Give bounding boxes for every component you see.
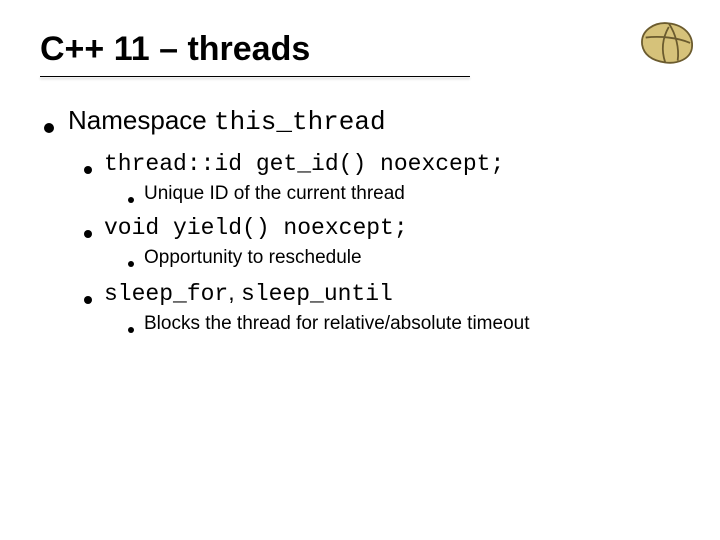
- bullet-lvl2: thread::id get_id() noexcept;: [84, 151, 680, 177]
- lvl3-text: Unique ID of the current thread: [144, 183, 405, 205]
- sep: ,: [228, 279, 241, 305]
- bullet-icon: [84, 166, 92, 174]
- slide-title: C++ 11 – threads: [40, 30, 680, 75]
- slide: C++ 11 – threads Namespace this_thread t…: [0, 0, 720, 540]
- bullet-lvl2: void yield() noexcept;: [84, 215, 680, 241]
- bullet-lvl2: sleep_for, sleep_until: [84, 279, 680, 307]
- bullet-lvl3: Unique ID of the current thread: [128, 183, 680, 205]
- bullet-icon: [128, 261, 134, 267]
- lvl3-text: Blocks the thread for relative/absolute …: [144, 313, 529, 335]
- lvl1-prefix: Namespace: [68, 105, 214, 135]
- bullet-lvl3: Blocks the thread for relative/absolute …: [128, 313, 680, 335]
- bullet-icon: [84, 296, 92, 304]
- lvl1-code: this_thread: [214, 107, 386, 137]
- lvl2-mixed: sleep_for, sleep_until: [104, 279, 393, 307]
- bullet-icon: [128, 327, 134, 333]
- lvl3-text: Opportunity to reschedule: [144, 247, 362, 269]
- bullet-icon: [128, 197, 134, 203]
- bullet-icon: [44, 123, 54, 133]
- lvl2-code: void yield() noexcept;: [104, 215, 408, 241]
- code-a: sleep_for: [104, 281, 228, 307]
- lvl2-code: thread::id get_id() noexcept;: [104, 151, 504, 177]
- title-block: C++ 11 – threads: [40, 30, 680, 75]
- bullet-lvl1: Namespace this_thread: [44, 105, 680, 137]
- code-b: sleep_until: [241, 281, 393, 307]
- bullet-icon: [84, 230, 92, 238]
- bullet-lvl3: Opportunity to reschedule: [128, 247, 680, 269]
- title-underline: [40, 76, 470, 77]
- lvl1-text: Namespace this_thread: [68, 105, 386, 137]
